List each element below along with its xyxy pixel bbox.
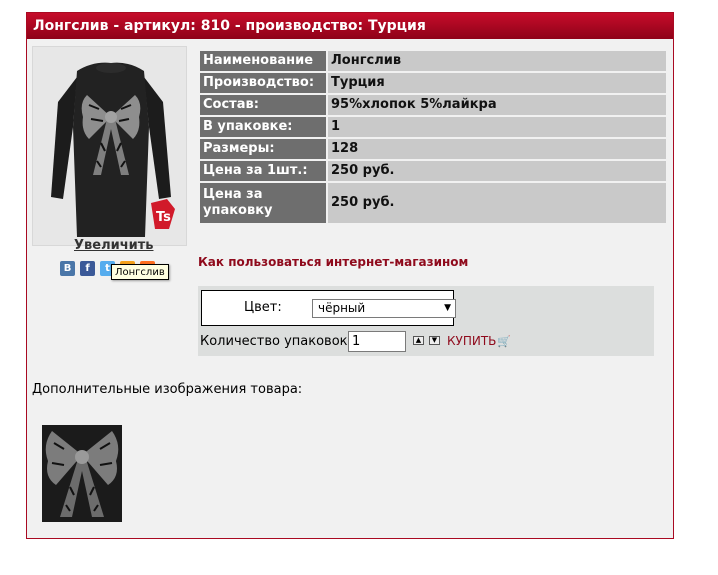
property-value: 95%хлопок 5%лайкра	[328, 95, 666, 115]
property-label: Размеры:	[200, 139, 326, 159]
property-row: Цена за 1шт.: 250 руб.	[200, 161, 666, 181]
property-value: 128	[328, 139, 666, 159]
property-label: Цена за 1шт.:	[200, 161, 326, 181]
color-label: Цвет:	[244, 300, 282, 315]
property-value: Турция	[328, 73, 666, 93]
property-label: Наименование	[200, 51, 326, 71]
product-header: Лонгслив - артикул: 810 - производство: …	[27, 13, 673, 39]
longsleeve-image: Ts	[33, 47, 186, 245]
share-tooltip: Лонгслив	[111, 264, 169, 280]
color-selected-value: чёрный	[318, 301, 366, 315]
color-select[interactable]: чёрный ▼	[312, 299, 456, 318]
quantity-down-icon[interactable]: ▼	[429, 336, 440, 345]
bow-print-image	[42, 425, 122, 522]
quantity-up-icon[interactable]: ▲	[413, 336, 424, 345]
buy-button[interactable]: КУПИТЬ🛒	[445, 331, 513, 351]
property-value: Лонгслив	[328, 51, 666, 71]
quantity-label: Количество упаковок:	[200, 334, 352, 349]
vk-icon[interactable]: B	[60, 261, 75, 276]
property-value: 250 руб.	[328, 183, 666, 223]
property-row: В упаковке: 1	[200, 117, 666, 137]
svg-text:Ts: Ts	[156, 210, 171, 225]
facebook-icon[interactable]: f	[80, 261, 95, 276]
property-label: В упаковке:	[200, 117, 326, 137]
properties-table: Наименование Лонгслив Производство: Турц…	[198, 49, 668, 225]
product-photo[interactable]: Ts	[32, 46, 187, 246]
property-row: Производство: Турция	[200, 73, 666, 93]
extra-image-thumbnail[interactable]	[42, 425, 122, 522]
property-label: Состав:	[200, 95, 326, 115]
chevron-down-icon: ▼	[444, 303, 451, 313]
property-label: Цена за упаковку	[200, 183, 326, 223]
property-row: Размеры: 128	[200, 139, 666, 159]
buy-label: КУПИТЬ	[447, 334, 497, 348]
property-label: Производство:	[200, 73, 326, 93]
product-panel: Лонгслив - артикул: 810 - производство: …	[26, 12, 674, 539]
property-row: Цена за упаковку 250 руб.	[200, 183, 666, 223]
property-value: 250 руб.	[328, 161, 666, 181]
order-form: Цвет: чёрный ▼ Количество упаковок: 1 ▲ …	[198, 286, 654, 356]
extra-images-label: Дополнительные изображения товара:	[32, 382, 303, 397]
color-selector-box: Цвет: чёрный ▼	[201, 290, 456, 326]
property-value: 1	[328, 117, 666, 137]
property-row: Состав: 95%хлопок 5%лайкра	[200, 95, 666, 115]
zoom-link[interactable]: Увеличить	[74, 238, 154, 253]
quantity-input[interactable]: 1	[348, 331, 406, 352]
property-row: Наименование Лонгслив	[200, 51, 666, 71]
cart-icon: 🛒	[497, 335, 512, 348]
howto-link[interactable]: Как пользоваться интернет-магазином	[198, 255, 468, 269]
